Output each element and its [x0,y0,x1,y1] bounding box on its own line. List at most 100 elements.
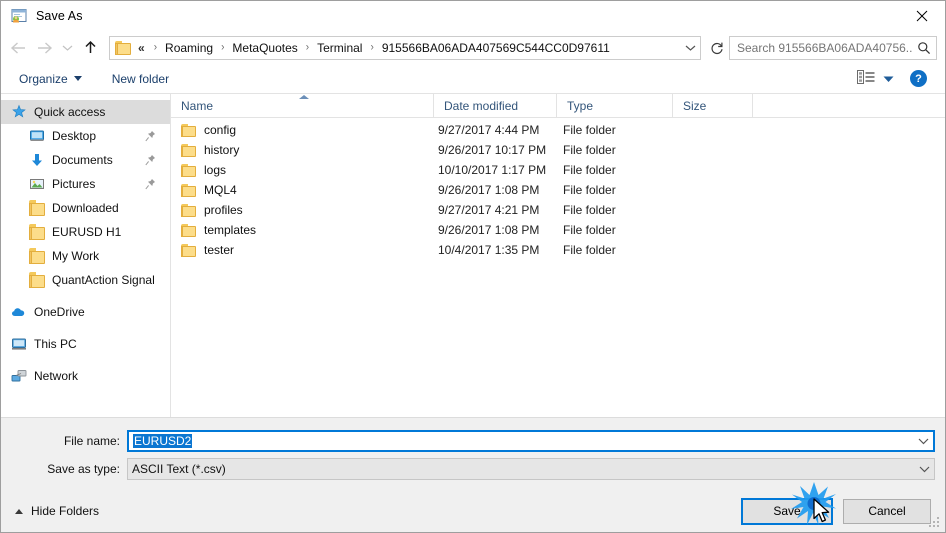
column-header-label: Date modified [444,99,519,113]
column-header-type[interactable]: Type [557,94,673,117]
resize-grip-icon[interactable] [929,517,941,529]
file-name-label: config [204,123,237,137]
toolbar: Organize New folder ? [1,64,945,94]
sidebar-item-label: Downloaded [52,201,119,215]
organize-label: Organize [19,71,68,86]
organize-button[interactable]: Organize [15,70,86,88]
search-icon[interactable] [912,37,936,59]
file-date-cell: 9/27/2017 4:44 PM [438,123,540,137]
breadcrumb-overflow[interactable]: « [136,41,148,55]
save-as-app-icon [10,7,28,25]
file-type-cell: File folder [563,243,616,257]
view-chevron-down-icon[interactable] [883,72,894,86]
address-chevron-down-icon[interactable] [680,37,700,59]
table-row[interactable]: config 9/27/2017 4:44 PM File folder [171,120,945,140]
file-name-value-wrap: EURUSD2 [129,434,913,448]
file-date-cell: 9/26/2017 10:17 PM [438,143,547,157]
sidebar-item-label: EURUSD H1 [52,225,122,239]
forward-arrow-icon[interactable] [31,35,57,61]
column-header-label: Size [683,99,707,113]
file-type-cell: File folder [563,203,616,217]
table-row[interactable]: tester 10/4/2017 1:35 PM File folder [171,240,945,260]
save-as-type-row: Save as type: ASCII Text (*.csv) [1,458,945,480]
folder-icon [181,203,196,217]
back-arrow-icon[interactable] [5,35,31,61]
save-as-type-select[interactable]: ASCII Text (*.csv) [127,458,935,480]
column-header-name[interactable]: Name [171,94,434,117]
up-arrow-icon[interactable] [77,35,103,61]
help-icon[interactable]: ? [910,70,927,87]
file-name-label: MQL4 [204,183,237,197]
breadcrumb-separator: › [370,41,374,54]
folder-icon [181,123,196,137]
pin-icon[interactable] [145,154,156,166]
close-button[interactable] [899,1,945,31]
search-input[interactable]: Search 915566BA06ADA40756... [729,35,937,60]
cancel-button[interactable]: Cancel [843,498,931,524]
file-name-cell: MQL4 [171,183,434,197]
table-row[interactable]: history 9/26/2017 10:17 PM File folder [171,140,945,160]
file-date-cell: 10/4/2017 1:35 PM [438,243,540,257]
sidebar-item-label: Pictures [52,177,96,191]
sidebar-item-downloaded[interactable]: Downloaded [1,196,170,220]
pin-icon[interactable] [145,178,156,190]
save-button[interactable]: Save [741,497,833,525]
sidebar-item-desktop[interactable]: Desktop [1,124,170,148]
file-date-cell: 9/26/2017 1:08 PM [438,183,540,197]
file-name-input[interactable]: EURUSD2 [127,430,935,452]
search-placeholder: Search 915566BA06ADA40756... [737,40,912,55]
new-folder-button[interactable]: New folder [108,70,173,88]
folder-icon [181,163,196,177]
folder-icon [181,243,196,257]
sidebar-item-pictures[interactable]: Pictures [1,172,170,196]
sidebar-item-network[interactable]: Network [1,364,170,388]
file-type-cell: File folder [563,143,616,157]
file-name-chevron-down-icon[interactable] [913,432,933,450]
file-name-label: profiles [204,203,243,217]
save-as-type-chevron-down-icon[interactable] [914,459,934,479]
folder-icon [181,143,196,157]
sidebar-item-quick-access[interactable]: Quick access [1,100,170,124]
view-options-button[interactable] [857,70,894,87]
table-row[interactable]: templates 9/26/2017 1:08 PM File folder [171,220,945,240]
folder-icon [29,272,45,288]
folder-icon [115,40,131,55]
sidebar-item-my-work[interactable]: My Work [1,244,170,268]
sidebar-item-quantaction-signal[interactable]: QuantAction Signal [1,268,170,292]
breadcrumb-item-terminal[interactable]: Terminal [315,41,364,55]
sidebar-item-this-pc[interactable]: This PC [1,332,170,356]
table-row[interactable]: MQL4 9/26/2017 1:08 PM File folder [171,180,945,200]
sidebar-item-label: OneDrive [34,305,85,319]
chevron-down-icon [73,76,82,81]
file-type-cell: File folder [563,163,616,177]
recent-locations-chevron-down-icon[interactable] [57,35,77,61]
onedrive-cloud-icon [11,304,27,320]
address-bar[interactable]: « › Roaming › MetaQuotes › Terminal › 91… [109,35,701,60]
pin-icon[interactable] [145,130,156,142]
file-name-cell: logs [171,163,434,177]
refresh-icon[interactable] [705,36,729,60]
column-header-label: Type [567,99,594,113]
save-as-type-value: ASCII Text (*.csv) [132,462,226,476]
pictures-icon [29,176,45,192]
sidebar-item-onedrive[interactable]: OneDrive [1,300,170,324]
sidebar-item-documents[interactable]: Documents [1,148,170,172]
file-list-header: Name Date modified Type Size [171,94,945,118]
table-row[interactable]: profiles 9/27/2017 4:21 PM File folder [171,200,945,220]
title-bar: Save As [1,1,945,31]
breadcrumb-item-metaquotes[interactable]: MetaQuotes [230,41,299,55]
file-name-cell: profiles [171,203,434,217]
sidebar-item-eurusd-h1[interactable]: EURUSD H1 [1,220,170,244]
table-row[interactable]: logs 10/10/2017 1:17 PM File folder [171,160,945,180]
folder-icon [181,183,196,197]
column-header-date-modified[interactable]: Date modified [434,94,557,117]
form-area: File name: EURUSD2 Save as type: ASCII T… [1,417,945,490]
sidebar-item-label: Documents [52,153,113,167]
desktop-icon [29,128,45,144]
hide-folders-button[interactable]: Hide Folders [15,504,99,518]
breadcrumb-item-guid[interactable]: 915566BA06ADA407569C544CC0D97611 [380,41,612,55]
sidebar-item-label: Quick access [34,105,106,119]
column-header-size[interactable]: Size [673,94,753,117]
folder-icon [29,248,45,264]
breadcrumb-item-roaming[interactable]: Roaming [163,41,215,55]
